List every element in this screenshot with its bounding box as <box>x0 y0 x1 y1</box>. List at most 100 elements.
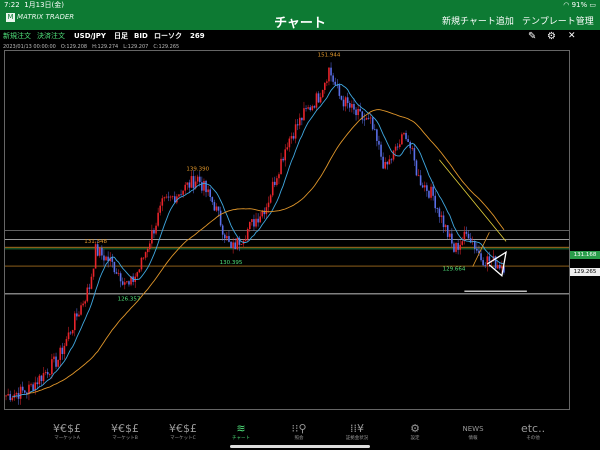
candle-body <box>369 117 372 119</box>
new-order-button[interactable]: 新規注文 <box>3 30 31 43</box>
candle-body <box>303 108 305 121</box>
candle-body <box>46 372 49 375</box>
gear-icon[interactable]: ⚙ <box>547 30 556 43</box>
status-time-date: 7:22 1月13日(金) <box>4 1 65 9</box>
chart-icon: ≋ <box>236 422 246 435</box>
candle-body <box>501 266 503 269</box>
candle-body <box>215 206 218 211</box>
candle-body <box>115 272 118 274</box>
candle-body <box>363 119 366 121</box>
candle-body <box>423 185 426 188</box>
candle-body <box>23 390 26 393</box>
candle-body <box>30 384 32 386</box>
chart-area[interactable]: 151.944 139.390 131.348 130.395 126.357 129.6… <box>4 50 570 410</box>
candle-body <box>311 106 314 111</box>
candle-body <box>426 185 428 191</box>
candle-body <box>359 108 362 112</box>
candle-body <box>376 129 378 141</box>
candle-body <box>315 93 318 108</box>
candle-body <box>44 372 47 374</box>
candle-body <box>396 146 399 148</box>
add-chart-button[interactable]: 新規チャート追加 <box>442 14 514 27</box>
candle-body <box>451 233 453 244</box>
nav-settings[interactable]: ⚙ 設定 <box>390 422 440 442</box>
candle-body <box>186 182 189 185</box>
candle-body <box>40 375 43 382</box>
price-annotation-2: 131.348 <box>84 239 107 245</box>
currency-icon: ¥€$£ <box>169 422 197 435</box>
candle-body <box>453 243 455 252</box>
candle-body <box>284 149 287 161</box>
candle-body <box>342 99 345 107</box>
candle-body <box>286 147 289 150</box>
candle-body <box>146 248 149 253</box>
candle-body <box>398 144 401 148</box>
currency-pair-select[interactable]: USD/JPY <box>74 30 106 43</box>
candle-body <box>384 161 387 169</box>
period-select[interactable]: 日足 <box>114 30 128 43</box>
nav-market-b[interactable]: ¥€$£ マーケットB <box>100 422 150 442</box>
candle-body <box>344 97 347 107</box>
candle-body <box>484 265 487 267</box>
candle-body <box>476 248 478 251</box>
chart-type-select[interactable]: ローソク <box>154 30 182 43</box>
candle-body <box>211 197 214 203</box>
candle-body <box>351 104 353 108</box>
candle-body <box>190 176 193 188</box>
candle-body <box>411 148 414 149</box>
candle-body <box>267 202 270 208</box>
candle-body <box>11 397 14 401</box>
candle-body <box>55 356 57 367</box>
candle-body <box>403 132 405 135</box>
candle-body <box>469 238 472 242</box>
candle-body <box>142 257 145 259</box>
candle-body <box>438 208 441 217</box>
candle-body <box>271 181 274 196</box>
candle-body <box>234 242 237 250</box>
bid-ask-select[interactable]: BID <box>134 30 148 43</box>
candle-body <box>467 233 470 239</box>
candle-body <box>61 347 64 354</box>
candle-body <box>5 395 7 397</box>
candle-body <box>123 282 126 285</box>
price-annotation-1: 139.390 <box>186 166 209 172</box>
candle-body <box>165 196 168 198</box>
candle-body <box>482 260 484 266</box>
candle-body <box>96 244 99 256</box>
candle-body <box>340 95 343 100</box>
candle-body <box>353 104 355 110</box>
candle-body <box>365 117 368 120</box>
candlestick-chart[interactable]: 151.944 139.390 131.348 130.395 126.357 129.6… <box>5 51 569 409</box>
nav-market-a[interactable]: ¥€$£ マーケットA <box>42 422 92 442</box>
candle-body <box>317 93 320 103</box>
candle-body <box>48 374 51 375</box>
candle-count-select[interactable]: 269 <box>190 30 205 43</box>
template-manage-button[interactable]: テンプレート管理 <box>522 14 594 27</box>
nav-news[interactable]: NEWS 情報 <box>448 422 498 442</box>
candle-body <box>73 313 76 331</box>
nav-margin-status[interactable]: ⁞⁞¥ 証拠金状況 <box>332 422 382 442</box>
nav-inquiry[interactable]: ⁝⁝⚲ 照会 <box>274 422 324 442</box>
candle-body <box>446 225 449 237</box>
candle-body <box>332 75 334 82</box>
candle-body <box>144 252 147 258</box>
pencil-icon[interactable]: ✎ <box>528 30 536 43</box>
candle-body <box>440 215 443 217</box>
nav-chart[interactable]: ≋ チャート <box>216 422 266 442</box>
candle-body <box>94 244 97 269</box>
candle-body <box>498 264 501 269</box>
candle-body <box>419 175 422 186</box>
settle-order-button[interactable]: 決済注文 <box>37 30 65 43</box>
close-icon[interactable]: ✕ <box>568 30 576 43</box>
candle-body <box>328 67 330 82</box>
nav-other[interactable]: etc.. その他 <box>508 422 558 442</box>
candle-body <box>294 124 297 139</box>
nav-market-c[interactable]: ¥€$£ マーケットC <box>158 422 208 442</box>
candle-body <box>59 347 62 360</box>
candle-body <box>276 178 278 185</box>
candle-body <box>84 301 87 304</box>
candle-body <box>205 180 207 193</box>
etc-icon: etc.. <box>520 422 546 435</box>
candle-body <box>163 197 166 199</box>
candle-body <box>292 136 295 139</box>
